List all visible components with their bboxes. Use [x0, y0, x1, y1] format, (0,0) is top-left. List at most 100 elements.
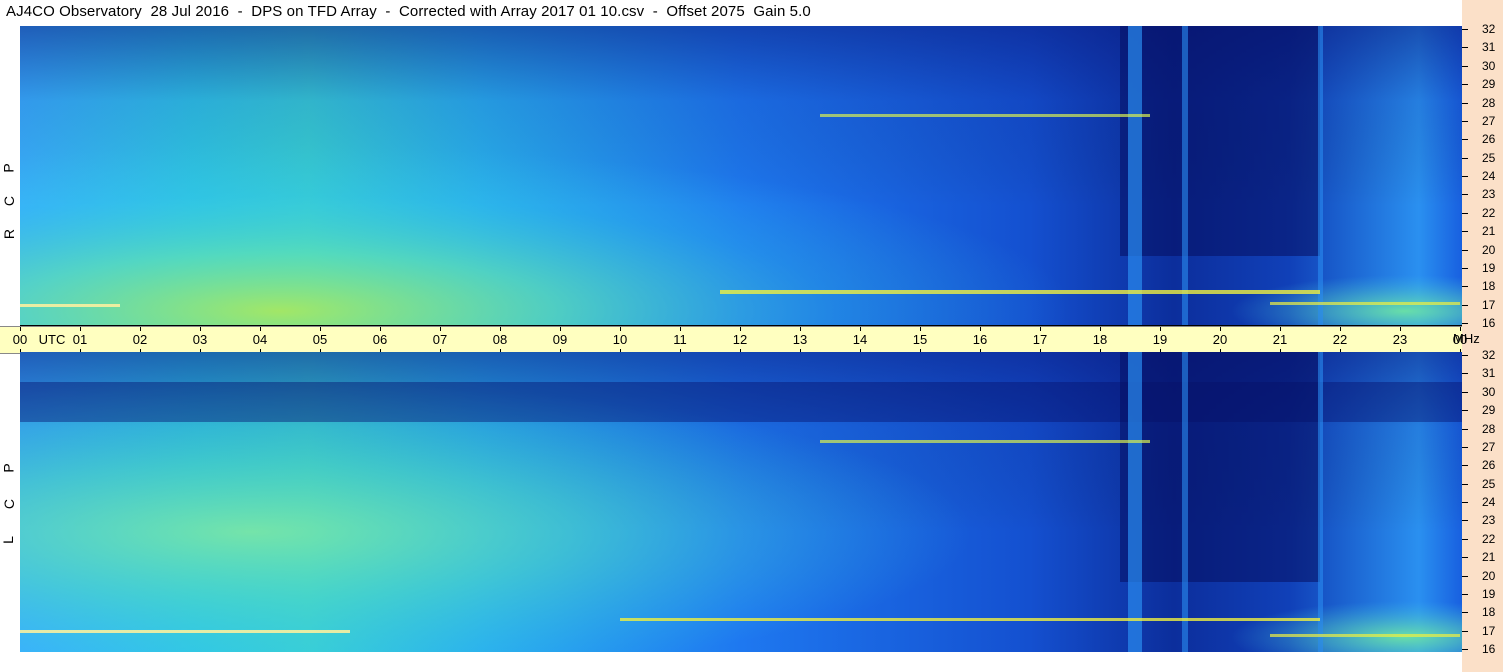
rcp-letter-p: P [0, 163, 17, 173]
utc-tick [440, 327, 441, 331]
lcp-vertical-streak-2 [1182, 352, 1188, 652]
lcp-frequency-tick [1462, 373, 1468, 375]
lcp-rfi-band-3 [20, 630, 350, 633]
utc-tick [80, 327, 81, 331]
lcp-letter-l: L [0, 536, 16, 544]
lcp-frequency-label: 31 [1482, 366, 1496, 381]
utc-tick [1280, 327, 1281, 331]
rcp-frequency-label: 20 [1482, 242, 1496, 257]
lcp-frequency-label: 18 [1482, 605, 1496, 620]
rcp-frequency-label: 17 [1482, 297, 1496, 312]
utc-tick [560, 327, 561, 331]
rcp-panel-label: P C R [0, 26, 20, 326]
lcp-frequency-label: 17 [1482, 623, 1496, 638]
utc-tick [620, 327, 621, 331]
lcp-vertical-streak-1 [1128, 352, 1142, 652]
rcp-frequency-label: 26 [1482, 132, 1496, 147]
lcp-frequency-label: 25 [1482, 476, 1496, 491]
utc-tick-label: 09 [552, 332, 568, 347]
rcp-frequency-tick [1462, 120, 1468, 122]
lcp-frequency-label: 20 [1482, 568, 1496, 583]
lcp-frequency-tick [1462, 612, 1468, 614]
utc-tick-label: 22 [1332, 332, 1348, 347]
utc-tick [1400, 327, 1401, 331]
rcp-frequency-label: 27 [1482, 113, 1496, 128]
lcp-frequency-label: 32 [1482, 348, 1496, 362]
rcp-rfi-band-1 [720, 290, 1320, 294]
utc-tick-label: 14 [852, 332, 868, 347]
utc-tick [1100, 327, 1101, 331]
rcp-letter-r: R [1, 228, 18, 240]
utc-tick-label: 05 [312, 332, 328, 347]
rcp-frequency-tick [1462, 323, 1468, 324]
lcp-frequency-label: 26 [1482, 458, 1496, 473]
utc-tick-label: 12 [732, 332, 748, 347]
lcp-rfi-band-1 [620, 618, 1320, 621]
rcp-vertical-streak-3 [1318, 26, 1323, 326]
lcp-frequency-tick [1462, 538, 1468, 540]
utc-tick [140, 327, 141, 331]
lcp-frequency-tick [1462, 355, 1468, 356]
lcp-frequency-tick [1462, 410, 1468, 412]
lcp-frequency-tick [1462, 593, 1468, 595]
rcp-rfi-band-2 [820, 114, 1150, 117]
utc-tick [20, 327, 21, 331]
utc-tick [680, 327, 681, 331]
utc-tick-label: 02 [132, 332, 148, 347]
utc-tick [260, 327, 261, 331]
utc-tick-label: 18 [1092, 332, 1108, 347]
lcp-spectrogram [20, 352, 1462, 652]
lcp-dark-region [1120, 352, 1320, 582]
rcp-spectrogram [20, 26, 1462, 326]
utc-tick [320, 327, 321, 331]
rcp-frequency-tick [1462, 212, 1468, 214]
utc-tick-label: 01 [72, 332, 88, 347]
lcp-frequency-tick [1462, 446, 1468, 448]
utc-tick-label: 20 [1212, 332, 1228, 347]
rcp-dark-region [1120, 26, 1320, 256]
lcp-frequency-tick [1462, 630, 1468, 632]
lcp-frequency-tick [1462, 483, 1468, 485]
lcp-frequency-tick [1462, 428, 1468, 430]
chart-title: AJ4CO Observatory 28 Jul 2016 - DPS on T… [6, 3, 811, 20]
lcp-frequency-label: 27 [1482, 439, 1496, 454]
lcp-frequency-label: 23 [1482, 513, 1496, 528]
utc-tick [860, 327, 861, 331]
rcp-frequency-label: 23 [1482, 187, 1496, 202]
utc-tick-label: 11 [673, 332, 687, 347]
rcp-frequency-scale: 32 31 30 29 28 27 26 25 24 23 22 21 20 19 18 17 16 [1462, 22, 1503, 330]
utc-tick [1040, 327, 1041, 331]
lcp-vertical-streak-3 [1318, 352, 1323, 652]
rcp-frequency-label: 30 [1482, 58, 1496, 73]
lcp-panel-label: P C L [0, 352, 20, 652]
lcp-letter-c: C [1, 498, 18, 510]
utc-tick-label: 13 [792, 332, 808, 347]
rcp-frequency-label: 18 [1482, 279, 1496, 294]
rcp-frequency-tick [1462, 176, 1468, 177]
utc-tick-label: 00 [12, 332, 28, 347]
lcp-rfi-band-2 [820, 440, 1150, 443]
rcp-frequency-tick [1462, 304, 1468, 306]
rcp-frequency-tick [1462, 139, 1468, 141]
utc-word-label: UTC [38, 332, 66, 347]
rcp-frequency-label: 28 [1482, 95, 1496, 110]
lcp-frequency-tick [1462, 575, 1468, 577]
rcp-frequency-tick [1462, 249, 1468, 251]
rcp-frequency-tick [1462, 267, 1468, 269]
rcp-frequency-tick [1462, 194, 1468, 196]
rcp-frequency-tick [1462, 102, 1468, 104]
utc-tick-label: 07 [432, 332, 448, 347]
utc-tick-label: 03 [192, 332, 208, 347]
rcp-vertical-streak-1 [1128, 26, 1142, 326]
rcp-frequency-label: 25 [1482, 150, 1496, 165]
lcp-frequency-label: 24 [1482, 495, 1496, 509]
utc-tick-label: 19 [1152, 332, 1168, 347]
rcp-rfi-band-3 [20, 304, 120, 307]
rcp-frequency-label: 29 [1482, 77, 1496, 92]
utc-tick [380, 327, 381, 331]
rcp-frequency-tick [1462, 29, 1468, 30]
utc-tick [920, 327, 921, 331]
lcp-frequency-scale: 32 31 30 29 28 27 26 25 24 23 22 21 20 19 18 17 16 [1462, 348, 1503, 656]
rcp-letter-c: C [1, 195, 18, 207]
rcp-frequency-tick [1462, 157, 1468, 159]
